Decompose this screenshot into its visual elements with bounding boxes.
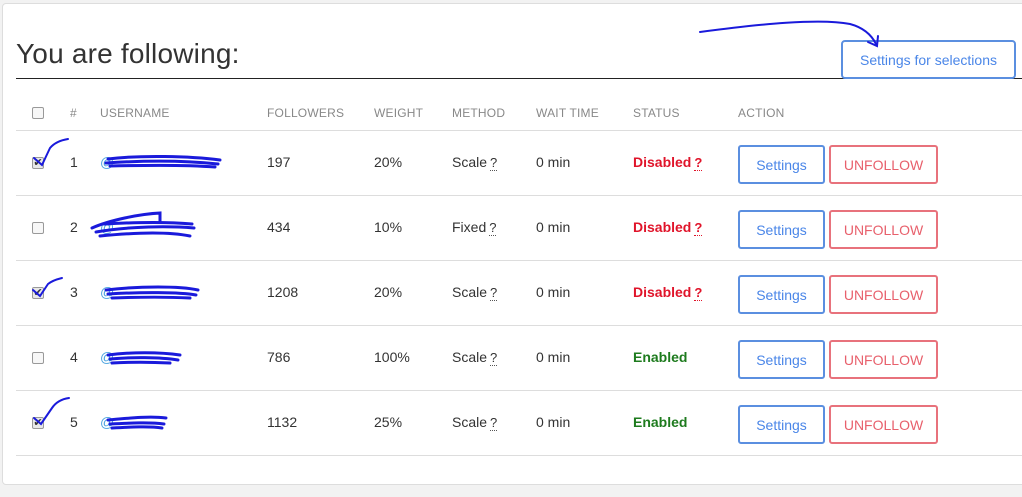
method-help-icon[interactable]: ? bbox=[489, 220, 497, 236]
row-settings-button[interactable]: Settings bbox=[738, 210, 825, 249]
row-select-checkbox[interactable]: ✔ bbox=[32, 417, 44, 429]
weight-value: 10% bbox=[374, 219, 403, 235]
status-help-icon[interactable]: ? bbox=[694, 155, 703, 171]
column-header-followers[interactable]: FOLLOWERS bbox=[267, 106, 344, 120]
method-label: Scale bbox=[452, 414, 488, 430]
row-select-checkbox[interactable]: ✔ bbox=[32, 157, 44, 169]
status-badge: Enabled bbox=[633, 349, 687, 365]
method-value: Fixed? bbox=[452, 219, 497, 236]
row-select-checkbox[interactable] bbox=[32, 352, 44, 364]
weight-value: 25% bbox=[374, 414, 403, 430]
page-title: You are following: bbox=[16, 38, 240, 69]
method-label: Scale bbox=[452, 349, 488, 365]
wait-time-value: 0 min bbox=[536, 219, 571, 235]
table-row: ✔ 5 @ 1132 25% Scale? 0 min Enabled Sett… bbox=[16, 391, 1022, 456]
status-help-icon[interactable]: ? bbox=[694, 285, 703, 301]
row-number: 5 bbox=[70, 414, 78, 430]
status-label: Enabled bbox=[633, 414, 688, 430]
table-row: 2 @ 434 10% Fixed? 0 min Disabled? Setti… bbox=[16, 196, 1022, 261]
unfollow-button[interactable]: UNFOLLOW bbox=[829, 340, 938, 379]
weight-value: 100% bbox=[374, 349, 410, 365]
status-label: Disabled bbox=[633, 284, 692, 300]
row-settings-button[interactable]: Settings bbox=[738, 340, 825, 379]
table-header: # USERNAME FOLLOWERS WEIGHT METHOD WAIT … bbox=[16, 96, 1022, 131]
weight-value: 20% bbox=[374, 284, 403, 300]
status-badge: Disabled? bbox=[633, 219, 703, 236]
row-number: 2 bbox=[70, 219, 78, 235]
followers-count: 197 bbox=[267, 154, 291, 170]
method-value: Scale? bbox=[452, 349, 498, 366]
column-header-weight[interactable]: WEIGHT bbox=[374, 106, 423, 120]
settings-for-selections-button[interactable]: Settings for selections bbox=[841, 40, 1016, 79]
row-settings-button[interactable]: Settings bbox=[738, 405, 825, 444]
row-number: 1 bbox=[70, 154, 78, 170]
column-header-username[interactable]: USERNAME bbox=[100, 106, 170, 120]
followers-count: 1132 bbox=[267, 414, 298, 430]
column-header-status[interactable]: STATUS bbox=[633, 106, 680, 120]
unfollow-button[interactable]: UNFOLLOW bbox=[829, 275, 938, 314]
column-header-wait-time[interactable]: WAIT TIME bbox=[536, 106, 599, 120]
status-badge: Disabled? bbox=[633, 284, 703, 301]
row-number: 3 bbox=[70, 284, 78, 300]
row-select-checkbox[interactable] bbox=[32, 222, 44, 234]
followers-count: 1208 bbox=[267, 284, 299, 300]
method-help-icon[interactable]: ? bbox=[490, 350, 498, 366]
method-value: Scale? bbox=[452, 284, 498, 301]
method-help-icon[interactable]: ? bbox=[490, 415, 498, 431]
status-label: Disabled bbox=[633, 154, 692, 170]
method-label: Scale bbox=[452, 154, 488, 170]
table-row: 4 @ 786 100% Scale? 0 min Enabled Settin… bbox=[16, 326, 1022, 391]
method-label: Fixed bbox=[452, 219, 487, 235]
table-row: ✔ 1 @ 197 20% Scale? 0 min Disabled? Set… bbox=[16, 131, 1022, 196]
method-help-icon[interactable]: ? bbox=[490, 155, 498, 171]
row-settings-button[interactable]: Settings bbox=[738, 275, 825, 314]
username-link[interactable]: @ bbox=[100, 349, 114, 365]
followers-count: 434 bbox=[267, 219, 291, 235]
username-link[interactable]: @ bbox=[100, 414, 114, 430]
wait-time-value: 0 min bbox=[536, 154, 571, 170]
unfollow-button[interactable]: UNFOLLOW bbox=[829, 210, 938, 249]
status-help-icon[interactable]: ? bbox=[694, 220, 703, 236]
table-row: ✔ 3 @ 1208 20% Scale? 0 min Disabled? Se… bbox=[16, 261, 1022, 326]
select-all-checkbox[interactable] bbox=[32, 107, 44, 119]
status-badge: Enabled bbox=[633, 414, 687, 430]
username-link[interactable]: @ bbox=[100, 154, 114, 170]
followers-count: 786 bbox=[267, 349, 291, 365]
weight-value: 20% bbox=[374, 154, 403, 170]
column-header-num: # bbox=[70, 106, 77, 120]
method-help-icon[interactable]: ? bbox=[490, 285, 498, 301]
unfollow-button[interactable]: UNFOLLOW bbox=[829, 145, 938, 184]
status-label: Disabled bbox=[633, 219, 692, 235]
unfollow-button[interactable]: UNFOLLOW bbox=[829, 405, 938, 444]
method-label: Scale bbox=[452, 284, 488, 300]
row-settings-button[interactable]: Settings bbox=[738, 145, 825, 184]
wait-time-value: 0 min bbox=[536, 414, 571, 430]
row-number: 4 bbox=[70, 349, 78, 365]
column-header-method[interactable]: METHOD bbox=[452, 106, 505, 120]
wait-time-value: 0 min bbox=[536, 349, 571, 365]
status-label: Enabled bbox=[633, 349, 688, 365]
username-link[interactable]: @ bbox=[100, 219, 114, 235]
column-header-action: ACTION bbox=[738, 106, 785, 120]
status-badge: Disabled? bbox=[633, 154, 703, 171]
row-select-checkbox[interactable]: ✔ bbox=[32, 287, 44, 299]
method-value: Scale? bbox=[452, 414, 498, 431]
username-link[interactable]: @ bbox=[100, 284, 114, 300]
wait-time-value: 0 min bbox=[536, 284, 571, 300]
method-value: Scale? bbox=[452, 154, 498, 171]
